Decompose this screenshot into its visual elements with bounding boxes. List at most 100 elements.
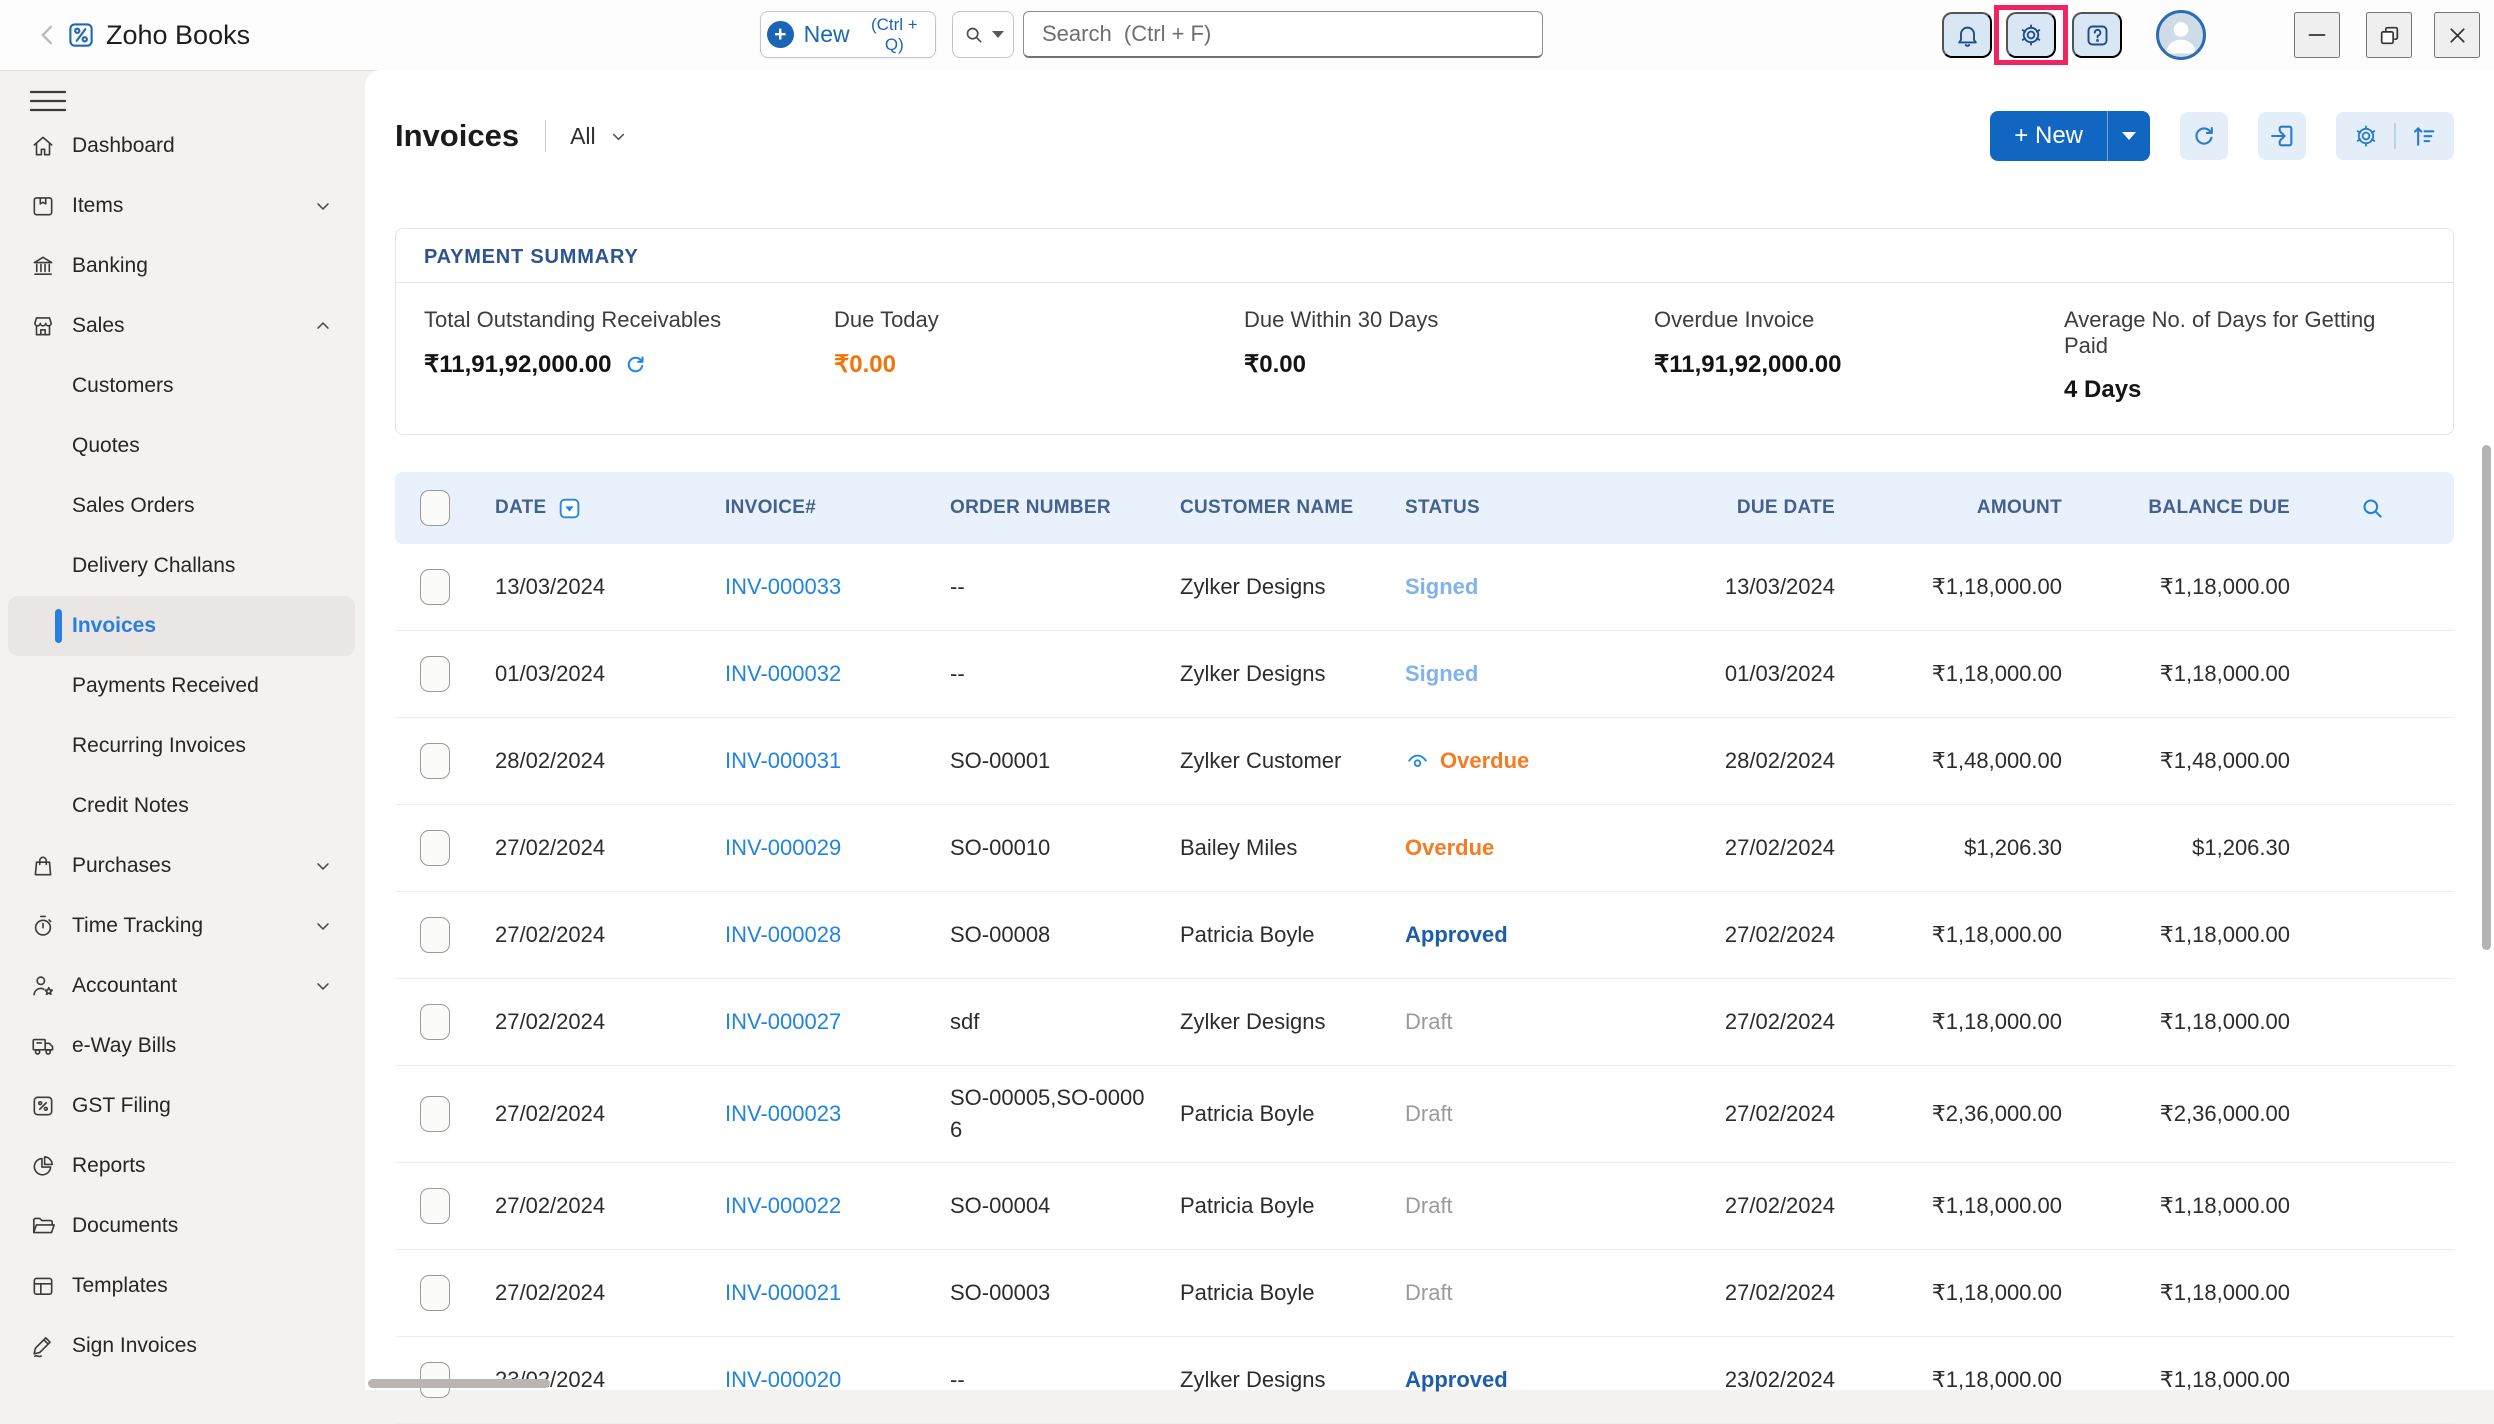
row-checkbox[interactable] bbox=[420, 569, 450, 605]
sidebar-item-time-tracking[interactable]: Time Tracking bbox=[0, 896, 365, 956]
sidebar-item-quotes[interactable]: Quotes bbox=[0, 416, 365, 476]
invoice-link[interactable]: INV-000022 bbox=[725, 1193, 841, 1218]
invoice-link[interactable]: INV-000023 bbox=[725, 1101, 841, 1126]
cell-date: 13/03/2024 bbox=[495, 574, 725, 600]
new-invoice-button[interactable]: + New bbox=[1990, 111, 2107, 161]
row-checkbox[interactable] bbox=[420, 1188, 450, 1224]
sidebar-item-credit-notes[interactable]: Credit Notes bbox=[0, 776, 365, 836]
cell-order-number: SO-00005,SO-00006 bbox=[950, 1082, 1155, 1146]
cell-customer-name: Zylker Designs bbox=[1180, 1009, 1405, 1035]
user-avatar[interactable] bbox=[2156, 10, 2206, 60]
row-checkbox[interactable] bbox=[420, 830, 450, 866]
column-due-date[interactable]: DUE DATE bbox=[1640, 497, 1835, 519]
window-restore-button[interactable] bbox=[2366, 12, 2412, 58]
list-settings-button[interactable] bbox=[2352, 122, 2380, 150]
sidebar-item-sales[interactable]: Sales bbox=[0, 296, 365, 356]
cell-date: 01/03/2024 bbox=[495, 661, 725, 687]
new-invoice-split-button[interactable]: + New bbox=[1990, 111, 2150, 161]
sidebar-item-customers[interactable]: Customers bbox=[0, 356, 365, 416]
window-minimize-button[interactable] bbox=[2294, 12, 2340, 58]
table-row[interactable]: 27/02/2024 INV-000022 SO-00004 Patricia … bbox=[395, 1163, 2454, 1250]
column-order-number[interactable]: ORDER NUMBER bbox=[950, 497, 1180, 519]
global-new-button[interactable]: + New (Ctrl + Q) bbox=[760, 11, 936, 58]
cell-balance-due: ₹1,18,000.00 bbox=[2062, 1193, 2290, 1219]
cell-balance-due: ₹1,18,000.00 bbox=[2062, 1280, 2290, 1306]
vertical-scrollbar-thumb[interactable] bbox=[2482, 445, 2491, 950]
sidebar-item-templates[interactable]: Templates bbox=[0, 1256, 365, 1316]
table-row[interactable]: 27/02/2024 INV-000027 sdf Zylker Designs… bbox=[395, 979, 2454, 1066]
sidebar-item-sales-orders[interactable]: Sales Orders bbox=[0, 476, 365, 536]
sort-descending-icon[interactable] bbox=[557, 496, 582, 521]
notifications-button[interactable] bbox=[1942, 12, 1992, 58]
table-search-icon[interactable] bbox=[2359, 495, 2386, 522]
sidebar-item-accountant[interactable]: Accountant bbox=[0, 956, 365, 1016]
back-arrow-icon[interactable] bbox=[34, 21, 62, 49]
invoice-link[interactable]: INV-000033 bbox=[725, 574, 841, 599]
pie-chart-icon bbox=[30, 1153, 56, 1179]
sidebar-item-payments-received[interactable]: Payments Received bbox=[0, 656, 365, 716]
column-status[interactable]: STATUS bbox=[1405, 497, 1640, 519]
invoice-link[interactable]: INV-000028 bbox=[725, 922, 841, 947]
table-row[interactable]: 23/02/2024 INV-000020 -- Zylker Designs … bbox=[395, 1337, 2454, 1424]
table-row[interactable]: 27/02/2024 INV-000029 SO-00010 Bailey Mi… bbox=[395, 805, 2454, 892]
table-row[interactable]: 28/02/2024 INV-000031 SO-00001 Zylker Cu… bbox=[395, 718, 2454, 805]
window-close-button[interactable] bbox=[2434, 12, 2480, 58]
table-row[interactable]: 01/03/2024 INV-000032 -- Zylker Designs … bbox=[395, 631, 2454, 718]
sidebar-item-banking[interactable]: Banking bbox=[0, 236, 365, 296]
app-name: Zoho Books bbox=[106, 18, 250, 52]
close-icon bbox=[2445, 23, 2470, 48]
stat-due-30-days: Due Within 30 Days ₹0.00 bbox=[1244, 307, 1654, 404]
sidebar-item-items[interactable]: Items bbox=[0, 176, 365, 236]
global-search-input[interactable] bbox=[1023, 11, 1543, 58]
help-button[interactable] bbox=[2072, 12, 2122, 58]
box-icon bbox=[30, 193, 56, 219]
new-invoice-dropdown[interactable] bbox=[2107, 111, 2150, 161]
column-balance-due[interactable]: BALANCE DUE bbox=[2062, 497, 2290, 519]
cell-balance-due: ₹1,18,000.00 bbox=[2062, 1009, 2290, 1035]
minimize-icon bbox=[2304, 22, 2330, 48]
horizontal-scrollbar-thumb[interactable] bbox=[368, 1379, 550, 1388]
sidebar-item-invoices[interactable]: Invoices bbox=[8, 596, 355, 656]
column-invoice[interactable]: INVOICE# bbox=[725, 497, 950, 519]
import-export-button[interactable] bbox=[2258, 112, 2306, 160]
sort-button[interactable] bbox=[2410, 122, 2438, 150]
table-row[interactable]: 27/02/2024 INV-000021 SO-00003 Patricia … bbox=[395, 1250, 2454, 1337]
row-checkbox[interactable] bbox=[420, 743, 450, 779]
search-scope-select[interactable] bbox=[952, 11, 1014, 58]
row-checkbox[interactable] bbox=[420, 1275, 450, 1311]
row-checkbox[interactable] bbox=[420, 917, 450, 953]
sidebar-item-recurring-invoices[interactable]: Recurring Invoices bbox=[0, 716, 365, 776]
sidebar-item-eway-bills[interactable]: e-Way Bills bbox=[0, 1016, 365, 1076]
cell-status: Draft bbox=[1405, 1101, 1640, 1127]
invoice-link[interactable]: INV-000021 bbox=[725, 1280, 841, 1305]
invoice-link[interactable]: INV-000032 bbox=[725, 661, 841, 686]
invoice-link[interactable]: INV-000031 bbox=[725, 748, 841, 773]
row-checkbox[interactable] bbox=[420, 1096, 450, 1132]
sidebar-item-sign-invoices[interactable]: Sign Invoices bbox=[0, 1316, 365, 1376]
row-checkbox[interactable] bbox=[420, 1004, 450, 1040]
invoice-link[interactable]: INV-000029 bbox=[725, 835, 841, 860]
refresh-button[interactable] bbox=[2180, 112, 2228, 160]
table-row[interactable]: 27/02/2024 INV-000028 SO-00008 Patricia … bbox=[395, 892, 2454, 979]
refresh-icon[interactable] bbox=[623, 352, 648, 377]
row-checkbox[interactable] bbox=[420, 656, 450, 692]
invoice-link[interactable]: INV-000020 bbox=[725, 1367, 841, 1392]
sidebar-item-dashboard[interactable]: Dashboard bbox=[0, 116, 365, 176]
invoice-link[interactable]: INV-000027 bbox=[725, 1009, 841, 1034]
sidebar-item-gst-filing[interactable]: GST Filing bbox=[0, 1076, 365, 1136]
stat-total-outstanding: Total Outstanding Receivables ₹11,91,92,… bbox=[424, 307, 834, 404]
select-all-checkbox[interactable] bbox=[420, 490, 450, 526]
hamburger-menu-icon[interactable] bbox=[30, 88, 66, 114]
column-customer-name[interactable]: CUSTOMER NAME bbox=[1180, 497, 1405, 519]
sidebar-item-purchases[interactable]: Purchases bbox=[0, 836, 365, 896]
bell-icon bbox=[1954, 22, 1981, 49]
sidebar-item-documents[interactable]: Documents bbox=[0, 1196, 365, 1256]
column-date[interactable]: DATE bbox=[495, 497, 547, 519]
cell-amount: $1,206.30 bbox=[1835, 835, 2062, 861]
table-row[interactable]: 13/03/2024 INV-000033 -- Zylker Designs … bbox=[395, 544, 2454, 631]
sidebar-item-reports[interactable]: Reports bbox=[0, 1136, 365, 1196]
table-row[interactable]: 27/02/2024 INV-000023 SO-00005,SO-00006 … bbox=[395, 1066, 2454, 1163]
view-filter-dropdown[interactable]: All bbox=[570, 123, 628, 150]
sidebar-item-delivery-challans[interactable]: Delivery Challans bbox=[0, 536, 365, 596]
column-amount[interactable]: AMOUNT bbox=[1835, 497, 2062, 519]
